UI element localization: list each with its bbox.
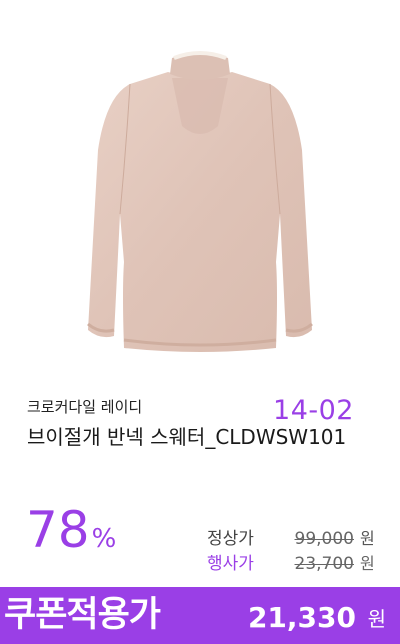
discount-number: 78	[26, 501, 90, 559]
regular-price-label: 정상가	[207, 529, 254, 549]
sale-price-row: 행사가 23,700 원	[207, 549, 375, 574]
sale-price-value: 23,700	[294, 554, 354, 574]
sale-price-currency: 원	[360, 554, 375, 573]
discount-unit: %	[91, 524, 117, 554]
coupon-price-currency: 원	[367, 607, 386, 631]
coupon-price-value: 21,330	[247, 601, 356, 634]
product-name[interactable]: 브이절개 반넥 스웨터_CLDWSW101	[27, 424, 346, 450]
regular-price-currency: 원	[360, 529, 375, 548]
item-code: 14-02	[273, 395, 354, 426]
product-image[interactable]	[80, 0, 320, 378]
sale-price-label: 행사가	[207, 554, 254, 574]
regular-price-row: 정상가 99,000 원	[207, 524, 375, 549]
product-card[interactable]: 14-02 크로커다일 레이디 브이절개 반넥 스웨터_CLDWSW101 78…	[0, 0, 400, 644]
coupon-price-bar: 쿠폰적용가 21,330 원	[0, 587, 400, 644]
regular-price-value: 99,000	[294, 529, 354, 549]
coupon-price-label: 쿠폰적용가	[4, 595, 161, 635]
discount-rate: 78%	[26, 500, 116, 569]
brand-name: 크로커다일 레이디	[27, 398, 143, 416]
